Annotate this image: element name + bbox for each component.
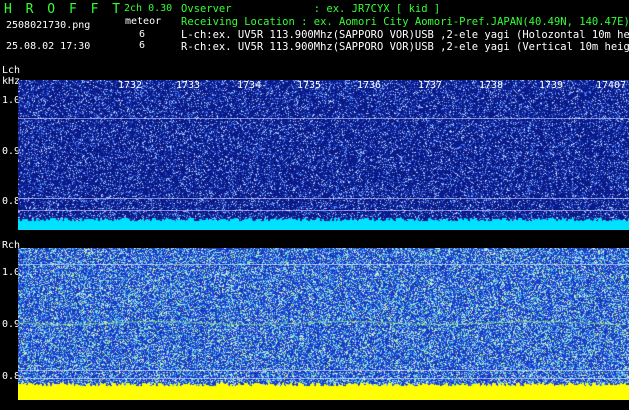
app-title: H R O F F T — [4, 2, 124, 17]
time-tick: 1733 — [176, 80, 201, 91]
lch-meteor-count: 6 — [139, 29, 146, 40]
time-tick: 1735 — [297, 80, 322, 91]
location-line: Receiving Location : ex. Aomori City Aom… — [181, 16, 629, 28]
datetime: 25.08.02 17:30 — [6, 41, 91, 52]
rch-info-line: R-ch:ex. UV5R 113.900Mhz(SAPPORO VOR)USB… — [181, 41, 629, 53]
time-tick: 1739 — [539, 80, 564, 91]
time-tick: 1738 — [479, 80, 504, 91]
lch-spectrogram — [18, 80, 629, 230]
lch-info-line: L-ch:ex. UV5R 113.900Mhz(SAPPORO VOR)USB… — [181, 29, 629, 41]
time-tick: 1734 — [237, 80, 262, 91]
meteor-label: meteor — [125, 16, 162, 27]
rch-meteor-count: 6 — [139, 40, 146, 51]
time-tick: 1737 — [418, 80, 443, 91]
time-tick: 1732 — [118, 80, 143, 91]
file-name: 2508021730.png — [6, 20, 91, 31]
mode-label: 2ch 0.30 — [124, 3, 173, 14]
lch-label: Lch — [2, 65, 21, 76]
time-tick: 17407 — [596, 80, 627, 91]
time-tick: 1736 — [357, 80, 382, 91]
observer-line: Ovserver : ex. JR7CYX [ kid ] — [181, 3, 441, 15]
